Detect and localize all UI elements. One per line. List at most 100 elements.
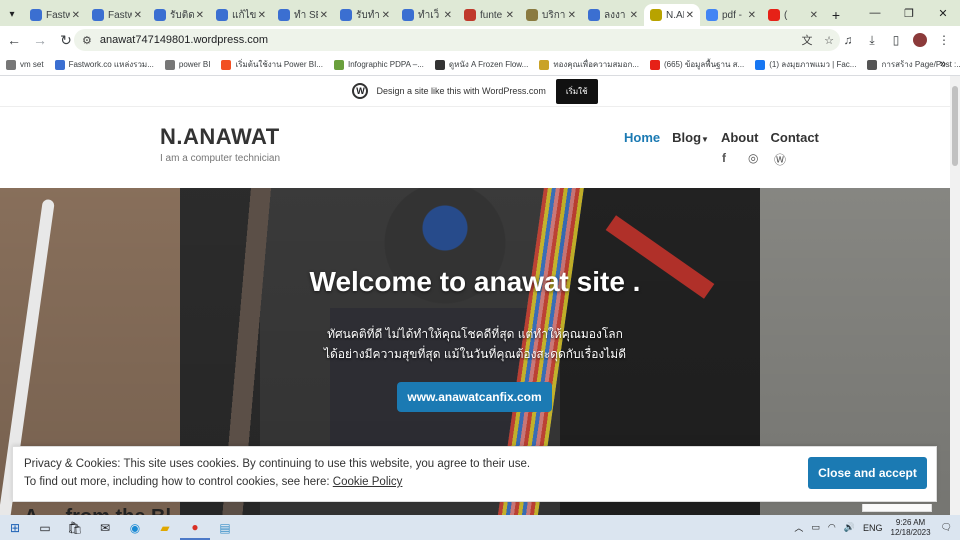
tab-favicon-icon	[278, 9, 290, 21]
bookmark-item[interactable]: (1) ลงมุยภาพแมว | Fac...	[755, 58, 856, 71]
tab-close-icon[interactable]: ✕	[196, 10, 204, 21]
clock[interactable]: 9:26 AM 12/18/2023	[891, 518, 931, 538]
translate-icon[interactable]: 文	[796, 32, 818, 48]
browser-tab[interactable]: funte ✕	[458, 4, 520, 26]
wordpress-logo-icon: W	[352, 83, 369, 99]
clock-date: 12/18/2023	[890, 527, 931, 537]
bookmark-item[interactable]: การสร้าง Page/Post :...	[867, 58, 960, 71]
minimize-icon[interactable]: —	[858, 0, 892, 26]
tab-favicon-icon	[216, 9, 228, 21]
tab-close-icon[interactable]: ✕	[810, 10, 818, 21]
download-icon[interactable]: ⤓	[860, 29, 884, 51]
bookmark-item[interactable]: power BI	[164, 59, 210, 70]
store-icon[interactable]: 🛍	[60, 515, 90, 540]
bookmarks-more-icon[interactable]: »	[940, 58, 946, 70]
hero-cta-button[interactable]: www.anawatcanfix.com	[397, 382, 552, 412]
site-info-icon[interactable]: ⚙	[82, 34, 92, 47]
site-header: N.ANAWAT I am a computer technician Home…	[0, 107, 950, 188]
notification-icon[interactable]: 🗨	[941, 522, 952, 533]
tab-title: รับติด	[170, 9, 194, 21]
wordpress-icon[interactable]: Ⓦ	[774, 151, 800, 168]
tab-close-icon[interactable]: ✕	[72, 10, 80, 21]
tab-close-icon[interactable]: ✕	[568, 10, 576, 21]
close-window-icon[interactable]: ✕	[926, 0, 960, 26]
system-tray: ︿ ▭ ◠ 🔊 ENG 9:26 AM 12/18/2023 🗨	[794, 515, 960, 540]
nav-home[interactable]: Home	[624, 130, 660, 145]
address-bar[interactable]: ⚙ anawat747149801.wordpress.com 文 ☆	[74, 29, 840, 51]
instagram-icon[interactable]: ◎	[748, 151, 774, 168]
cookie-policy-link[interactable]: Cookie Policy	[333, 476, 403, 488]
bookmark-item[interactable]: (665) ข้อมูลพื้นฐาน ส...	[649, 58, 744, 71]
url-text[interactable]: anawat747149801.wordpress.com	[100, 34, 796, 46]
browser-tab[interactable]: รับทำ ✕	[334, 4, 396, 26]
tab-favicon-icon	[92, 9, 104, 21]
language-indicator[interactable]: ENG	[863, 523, 883, 533]
browser-tab[interactable]: (✕	[762, 4, 824, 26]
nav-contact[interactable]: Contact	[770, 130, 818, 145]
site-title[interactable]: N.ANAWAT	[160, 124, 280, 150]
browser-tab[interactable]: Fastw ✕	[86, 4, 148, 26]
hero-title: Welcome to anawat site .	[309, 266, 641, 297]
bookmark-label: เริ่มต้นใช้งาน Power BI...	[235, 60, 323, 69]
tab-close-icon[interactable]: ✕	[134, 10, 142, 21]
tab-title: Fastw	[46, 9, 70, 21]
task-view-icon[interactable]: ▭	[30, 515, 60, 540]
volume-icon[interactable]: 🔊	[844, 522, 855, 533]
bookmark-label: vm set	[20, 60, 44, 69]
browser-tab[interactable]: รับติด ✕	[148, 4, 210, 26]
forward-icon[interactable]: →	[28, 28, 52, 52]
windows-start-icon[interactable]: ⊞	[0, 515, 30, 540]
profile-avatar-icon[interactable]	[913, 33, 927, 47]
facebook-icon[interactable]: f	[722, 151, 748, 168]
bookmark-item[interactable]: ทองคุณเพื่อความสมอก...	[539, 58, 639, 71]
nav-about[interactable]: About	[721, 130, 759, 145]
scrollbar-thumb[interactable]	[952, 86, 958, 166]
browser-tab[interactable]: บริการ✕	[520, 4, 582, 26]
tab-close-icon[interactable]: ✕	[382, 10, 390, 21]
wordpress-start-button[interactable]: เริ่มใช้	[555, 78, 598, 104]
close-and-accept-button[interactable]: Close and accept	[808, 457, 927, 489]
browser-tab[interactable]: N.AN✕	[644, 4, 700, 26]
browser-tab[interactable]: ทำ SE✕	[272, 4, 334, 26]
tab-close-icon[interactable]: ✕	[444, 10, 452, 21]
tab-close-icon[interactable]: ✕	[686, 10, 694, 21]
toolbar-actions: ♫ ⤓ ▯ ⋮	[836, 29, 956, 51]
edge-icon[interactable]: ◉	[120, 515, 150, 540]
mail-icon[interactable]: ✉	[90, 515, 120, 540]
bookmark-item[interactable]: Infographic PDPA –...	[333, 59, 424, 70]
battery-icon[interactable]: ▭	[811, 522, 820, 533]
menu-kebab-icon[interactable]: ⋮	[932, 29, 956, 51]
gold-icon	[539, 59, 550, 70]
tab-close-icon[interactable]: ✕	[748, 10, 756, 21]
media-control-icon[interactable]: ♫	[836, 29, 860, 51]
maximize-icon[interactable]: ❐	[892, 0, 926, 26]
page-scrollbar[interactable]	[950, 76, 960, 515]
browser-tab[interactable]: pdf - ✕	[700, 4, 762, 26]
window-controls: — ❐ ✕	[858, 0, 960, 26]
browser-tab[interactable]: แก้ไข ✕	[210, 4, 272, 26]
bookmark-item[interactable]: vm set	[6, 59, 44, 70]
folder-icon	[6, 59, 16, 70]
browser-tab[interactable]: ลงงา ✕	[582, 4, 644, 26]
tab-close-icon[interactable]: ✕	[630, 10, 638, 21]
tab-search-icon[interactable]: ▾	[0, 2, 24, 26]
chrome-icon[interactable]: ●	[180, 515, 210, 540]
show-hidden-icon[interactable]: ︿	[794, 521, 803, 534]
side-panel-icon[interactable]: ▯	[884, 29, 908, 51]
bookmark-item[interactable]: เริ่มต้นใช้งาน Power BI...	[221, 58, 323, 71]
bookmark-label: (1) ลงมุยภาพแมว | Fac...	[769, 60, 857, 69]
back-icon[interactable]: ←	[2, 28, 26, 52]
bookmark-item[interactable]: Fastwork.co แหล่งรวม...	[54, 58, 154, 71]
bookmark-item[interactable]: ดูหนัง A Frozen Flow...	[434, 58, 528, 71]
browser-tab[interactable]: Fastw ✕	[24, 4, 86, 26]
browser-tab[interactable]: ทำเว็ ✕	[396, 4, 458, 26]
app-icon[interactable]: ▤	[210, 515, 240, 540]
wifi-icon[interactable]: ◠	[828, 522, 836, 533]
tab-close-icon[interactable]: ✕	[320, 10, 328, 21]
new-tab-button[interactable]: +	[824, 4, 848, 26]
nav-blog[interactable]: Blog▼	[672, 130, 709, 145]
tab-strip: ▾ Fastw✕Fastw✕รับติด✕แก้ไข✕ทำ SE✕รับทำ✕ท…	[0, 0, 960, 26]
tab-close-icon[interactable]: ✕	[258, 10, 266, 21]
tab-close-icon[interactable]: ✕	[506, 10, 514, 21]
file-explorer-icon[interactable]: ▰	[150, 515, 180, 540]
